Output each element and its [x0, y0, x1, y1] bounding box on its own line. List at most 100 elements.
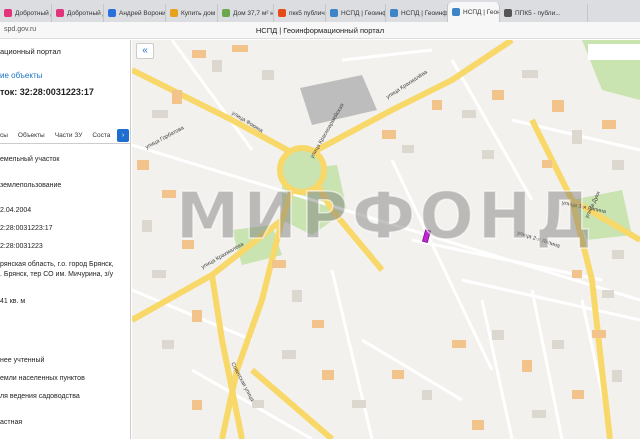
tab-label: НСПД | Геон...	[463, 8, 499, 16]
tab-label: Дом 37,7 м² на ...	[233, 9, 274, 17]
building	[492, 90, 504, 100]
tab-label: НСПД | Геоинф...	[341, 9, 385, 17]
row-permitted-use: ля ведения садоводства	[0, 393, 80, 400]
browser-tab[interactable]: НСПД | Геон...×	[448, 2, 500, 22]
tab-favicon-icon	[278, 9, 286, 17]
tab-parts[interactable]: Части ЗУ	[55, 132, 83, 139]
tab-label: ППК5 - публи...	[515, 9, 561, 17]
row-address-line1: рянская область, г.о. город Брянск,	[0, 261, 114, 268]
chevron-right-icon[interactable]: ›	[117, 129, 129, 142]
building	[522, 70, 538, 78]
building	[152, 110, 168, 118]
building	[532, 410, 546, 418]
building	[322, 370, 334, 380]
building	[612, 370, 622, 382]
building	[592, 330, 606, 338]
collapse-panel-button[interactable]: «	[136, 43, 154, 59]
tab-favicon-icon	[170, 9, 178, 17]
building	[492, 330, 504, 340]
browser-tab[interactable]: Добротный дом	[0, 4, 52, 22]
building	[252, 400, 264, 408]
building	[482, 150, 494, 159]
browser-tab[interactable]: Доброт­ный дом	[52, 4, 104, 22]
row-status: нее учтенный	[0, 357, 45, 364]
building	[292, 290, 302, 302]
building	[192, 50, 206, 58]
page-title: НСПД | Геоинформационный портал	[255, 26, 385, 35]
building	[192, 310, 202, 322]
tab-composition[interactable]: Соста	[92, 132, 110, 139]
tab-favicon-icon	[390, 9, 398, 17]
building	[402, 145, 414, 153]
building	[432, 100, 442, 110]
buildings	[137, 45, 624, 430]
building	[142, 220, 152, 232]
objects-link[interactable]: ие объекты	[0, 71, 42, 80]
panel-tabs: сы Объекты Части ЗУ Соста ›	[0, 127, 130, 144]
building	[137, 160, 149, 170]
browser-tab[interactable]: НСПД | Геоинф...	[326, 4, 386, 22]
building	[522, 360, 532, 372]
building	[552, 340, 564, 349]
map-search-box[interactable]	[588, 44, 640, 60]
building	[572, 390, 584, 399]
tab-favicon-icon	[108, 9, 116, 17]
building	[162, 190, 176, 198]
panel-header: ационный портал	[0, 47, 61, 56]
browser-tab-strip: Добротный дом Доброт­ный дом Андрей Ворони…	[0, 0, 640, 22]
tab-label: Добротный дом	[15, 9, 51, 17]
building	[152, 270, 166, 278]
building	[162, 340, 174, 349]
building	[212, 60, 222, 72]
building	[262, 70, 274, 80]
building	[542, 160, 552, 168]
building	[382, 130, 396, 139]
building	[572, 270, 582, 278]
browser-tab[interactable]: пкк5 публичная	[274, 4, 326, 22]
row-date: 2.04.2004	[0, 207, 32, 214]
url-text[interactable]: spd.gov.ru	[4, 26, 36, 33]
map-canvas[interactable]	[132, 40, 640, 439]
row-cad-number: 2:28:0031223:17	[0, 225, 53, 232]
tab-objects[interactable]: Объекты	[18, 132, 45, 139]
building	[422, 390, 432, 400]
building	[612, 250, 624, 259]
row-ownership: астная	[0, 419, 23, 426]
building	[612, 160, 624, 170]
building	[282, 350, 296, 359]
tab-label: Андрей Воронин	[119, 9, 166, 17]
browser-tab[interactable]: Дом 37,7 м² на ...	[218, 4, 274, 22]
tab-favicon-icon	[56, 9, 64, 17]
tab-label: пкк5 публичная	[289, 9, 325, 17]
tab-label: Купить дом	[181, 9, 216, 17]
row-address-line2: . Брянск, тер СО им. Мичурина, з/у	[0, 271, 114, 278]
browser-tab[interactable]: Купить дом	[166, 4, 218, 22]
tab-favicon-icon	[452, 8, 460, 16]
row-land-use: землепользование	[0, 182, 62, 189]
building	[272, 260, 286, 268]
row-area: 41 кв. м	[0, 298, 26, 305]
building	[392, 370, 404, 379]
tab-favicon-icon	[222, 9, 230, 17]
browser-tab[interactable]: Андрей Воронин	[104, 4, 166, 22]
tab-label: Доброт­ный дом	[67, 9, 103, 17]
tab-favicon-icon	[4, 9, 12, 17]
row-category: емли населенных пунктов	[0, 375, 85, 382]
building	[602, 120, 616, 129]
tab-info[interactable]: сы	[0, 132, 8, 139]
building	[602, 290, 614, 298]
building	[452, 340, 466, 348]
tab-favicon-icon	[330, 9, 338, 17]
address-bar[interactable]: spd.gov.ru НСПД | Геоинформационный порт…	[0, 22, 640, 39]
building	[192, 400, 202, 410]
building	[182, 240, 194, 249]
building	[312, 320, 324, 328]
map-view[interactable]: « улица Горбатова улица Фокина улица Кра…	[132, 40, 640, 439]
info-panel: ационный портал ие объекты ток: 32:28:00…	[0, 40, 131, 439]
building	[552, 100, 564, 112]
row-object-type: емельный участок	[0, 156, 60, 163]
minor-roads	[132, 40, 640, 439]
tab-favicon-icon	[504, 9, 512, 17]
browser-tab[interactable]: ППК5 - публи...	[500, 4, 588, 22]
browser-tab[interactable]: НСПД | Геоинф...	[386, 4, 448, 22]
